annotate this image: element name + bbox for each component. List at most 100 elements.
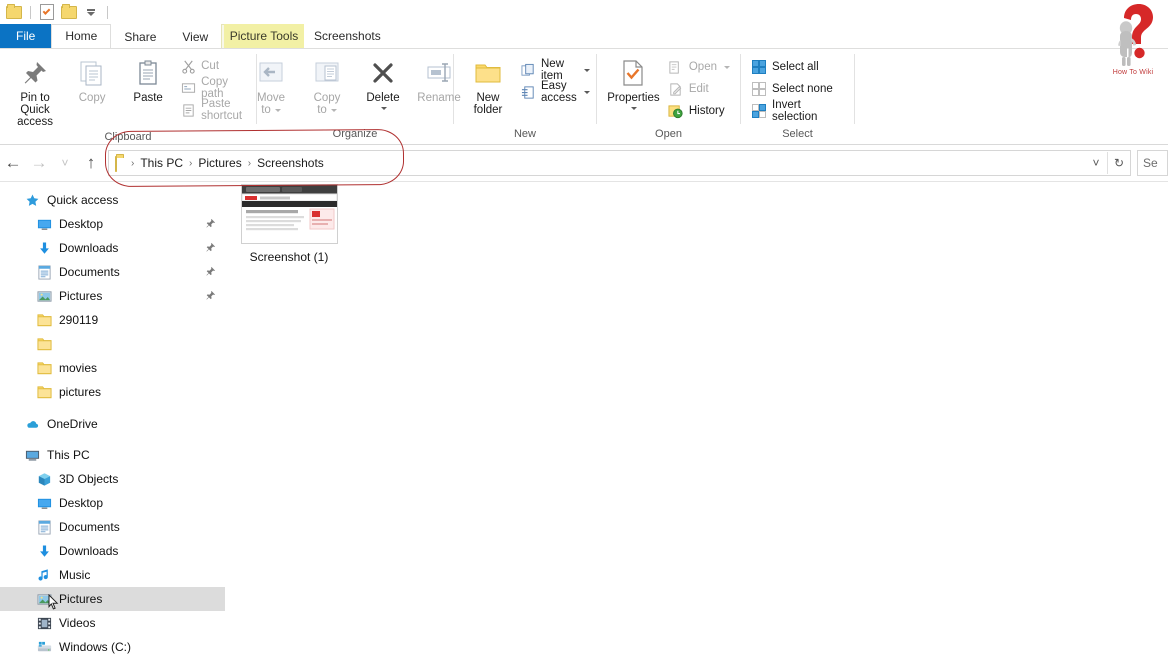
breadcrumb-pictures[interactable]: Pictures: [193, 156, 246, 170]
recent-locations-button[interactable]: ˅: [52, 150, 78, 176]
sidebar-item-documents-qa[interactable]: Documents: [0, 260, 225, 284]
tab-share[interactable]: Share: [111, 26, 169, 48]
sidebar-item-downloads-qa[interactable]: Downloads: [0, 236, 225, 260]
properties-caret-row[interactable]: [629, 104, 637, 112]
copy-label: Copy: [79, 92, 106, 104]
window-title: Screenshots: [314, 24, 381, 48]
open-small-buttons: Open Edit: [664, 54, 734, 122]
organize-group-body: Move to Copy to: [257, 49, 453, 127]
pin-icon[interactable]: [205, 266, 216, 280]
copy-to-icon: [311, 56, 343, 90]
sidebar-item-folder-pictures[interactable]: pictures: [0, 380, 225, 404]
breadcrumb-screenshots[interactable]: Screenshots: [252, 156, 329, 170]
tab-home[interactable]: Home: [51, 24, 111, 48]
select-none-button[interactable]: Select none: [747, 78, 848, 100]
pin-icon[interactable]: [205, 218, 216, 232]
sidebar-item-this-pc[interactable]: This PC: [0, 443, 225, 467]
sidebar-item-windows-c[interactable]: Windows (C:): [0, 635, 225, 659]
sidebar-item-desktop-qa[interactable]: Desktop: [0, 212, 225, 236]
sidebar-item-downloads-pc[interactable]: Downloads: [0, 539, 225, 563]
move-to-label-1: Move: [257, 92, 285, 104]
new-folder-button[interactable]: New folder: [460, 54, 516, 118]
copy-button[interactable]: Copy: [64, 54, 120, 106]
clipboard-group-body: Pin to Quick access Copy: [0, 49, 256, 130]
picture-icon: [36, 288, 52, 304]
ribbon-group-new: New folder New item: [454, 49, 596, 144]
file-list-view[interactable]: Screenshot (1): [225, 182, 1168, 662]
clipboard-group-label: Clipboard: [0, 130, 256, 145]
sidebar-item-pictures-pc[interactable]: Pictures: [0, 587, 225, 611]
folder-icon: [36, 384, 52, 400]
sidebar-item-music-pc[interactable]: Music: [0, 563, 225, 587]
select-all-button[interactable]: Select all: [747, 56, 848, 78]
up-button[interactable]: ↑: [78, 150, 104, 176]
folder-icon[interactable]: [4, 3, 24, 21]
address-dropdown-button[interactable]: ˅: [1085, 152, 1107, 174]
music-icon: [36, 567, 52, 583]
easy-access-button[interactable]: Easy access: [516, 81, 594, 103]
sidebar-label-onedrive: OneDrive: [47, 417, 98, 431]
edit-button[interactable]: Edit: [664, 78, 734, 100]
tab-file[interactable]: File: [0, 24, 51, 48]
select-group-body: Select all Select none: [741, 49, 854, 127]
sidebar-label-music-pc: Music: [59, 568, 90, 582]
move-to-button[interactable]: Move to: [243, 54, 299, 118]
sidebar-item-3d-objects[interactable]: 3D Objects: [0, 467, 225, 491]
customize-dropdown-icon[interactable]: [81, 3, 101, 21]
properties-icon: [619, 56, 647, 90]
copy-path-button[interactable]: Copy path: [176, 77, 250, 99]
sidebar-item-folder-290119[interactable]: 290119: [0, 308, 225, 332]
properties-icon[interactable]: [37, 3, 57, 21]
new-folder-icon[interactable]: [59, 3, 79, 21]
back-button[interactable]: ←: [0, 150, 26, 176]
breadcrumb[interactable]: › This PC › Pictures › Screenshots: [108, 150, 1085, 176]
pin-icon[interactable]: [205, 242, 216, 256]
ribbon-tab-row: File Home Share View Manage Picture Tool…: [0, 24, 1168, 48]
sidebar-item-pictures-qa[interactable]: Pictures: [0, 284, 225, 308]
paste-button[interactable]: Paste: [120, 54, 176, 106]
sidebar-item-videos-pc[interactable]: Videos: [0, 611, 225, 635]
mouse-cursor: [48, 594, 59, 613]
sidebar-label-desktop-pc: Desktop: [59, 496, 103, 510]
edit-icon: [668, 81, 684, 97]
file-item-screenshot-1[interactable]: Screenshot (1): [237, 184, 341, 264]
invert-selection-label: Invert selection: [772, 99, 844, 123]
file-item-label: Screenshot (1): [250, 250, 329, 264]
invert-selection-button[interactable]: Invert selection: [747, 100, 848, 122]
forward-button[interactable]: →: [26, 150, 52, 176]
sidebar-label-downloads-qa: Downloads: [59, 241, 118, 255]
history-button[interactable]: History: [664, 100, 734, 122]
pin-icon[interactable]: [205, 290, 216, 304]
search-input[interactable]: Se: [1137, 150, 1168, 176]
refresh-button[interactable]: ↻: [1107, 152, 1130, 174]
copy-to-button[interactable]: Copy to: [299, 54, 355, 118]
sidebar-label-documents-qa: Documents: [59, 265, 120, 279]
new-item-label: New item: [541, 58, 577, 82]
select-all-label: Select all: [772, 61, 819, 73]
cut-button[interactable]: Cut: [176, 55, 250, 77]
cube-icon: [36, 471, 52, 487]
delete-button[interactable]: Delete: [355, 54, 411, 114]
sidebar-item-quick-access[interactable]: Quick access: [0, 188, 225, 212]
breadcrumb-this-pc[interactable]: This PC: [135, 156, 188, 170]
sidebar-item-desktop-pc[interactable]: Desktop: [0, 491, 225, 515]
navigation-pane: Quick access Desktop Downloads Doc: [0, 182, 225, 662]
properties-button[interactable]: Properties: [603, 54, 664, 114]
delete-caret-row[interactable]: [379, 104, 387, 112]
sidebar-item-folder-unnamed[interactable]: [0, 332, 225, 356]
new-item-button[interactable]: New item: [516, 59, 594, 81]
sidebar-item-onedrive[interactable]: OneDrive: [0, 412, 225, 436]
copy-to-label-2: to: [317, 104, 327, 116]
paste-shortcut-button[interactable]: Paste shortcut: [176, 99, 250, 121]
pin-to-quick-access-button[interactable]: Pin to Quick access: [6, 54, 64, 130]
history-label: History: [689, 105, 725, 117]
sidebar-item-folder-movies[interactable]: movies: [0, 356, 225, 380]
move-to-label-2: to: [261, 104, 271, 116]
open-button[interactable]: Open: [664, 56, 734, 78]
desktop-icon: [36, 495, 52, 511]
sidebar-item-documents-pc[interactable]: Documents: [0, 515, 225, 539]
explorer-body: Quick access Desktop Downloads Doc: [0, 182, 1168, 662]
paste-shortcut-label: Paste shortcut: [201, 98, 246, 122]
cut-label: Cut: [201, 60, 219, 72]
tab-view[interactable]: View: [169, 26, 221, 48]
